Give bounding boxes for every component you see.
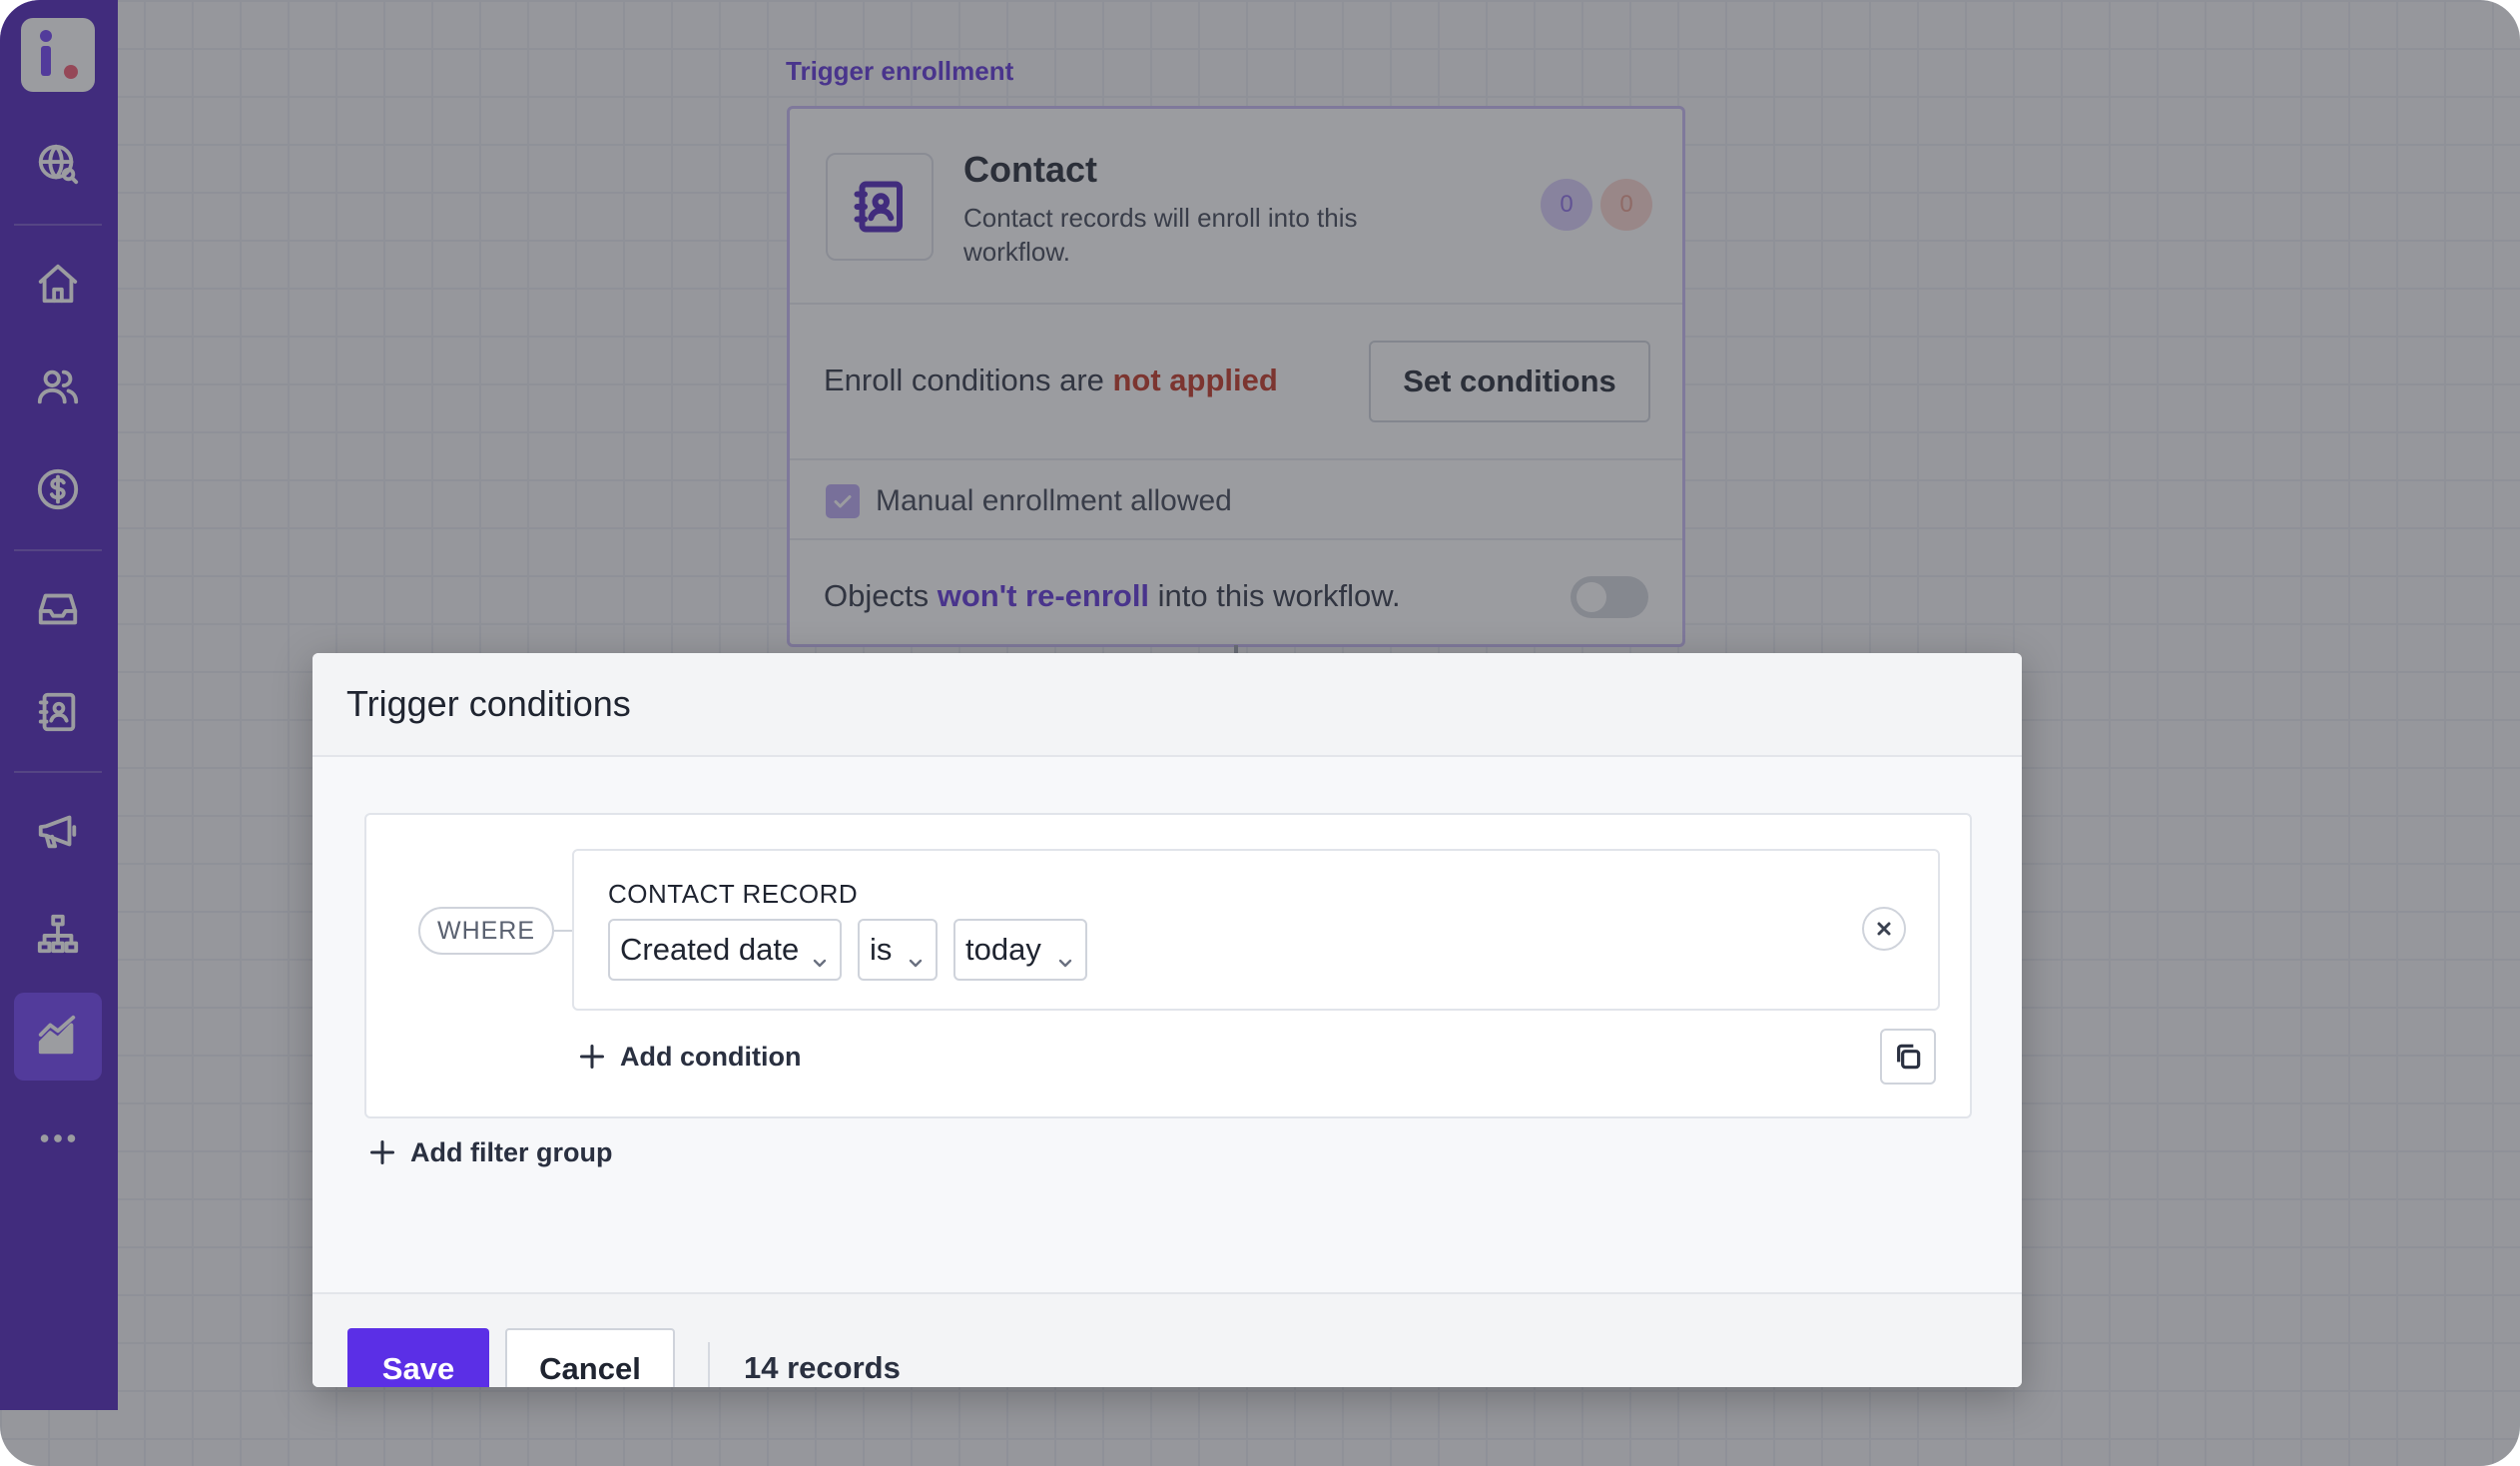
field-select-value: Created date <box>620 932 800 967</box>
footer-divider <box>708 1342 710 1387</box>
remove-condition-button[interactable] <box>1862 907 1906 951</box>
trigger-conditions-modal: Trigger conditions WHERE CONTACT RECORD … <box>313 653 2022 1387</box>
add-filter-group-label: Add filter group <box>410 1136 613 1167</box>
close-icon <box>1877 922 1891 936</box>
modal-footer: Save Cancel 14 records <box>313 1292 2022 1387</box>
app-frame: Trigger enrollment Contact Contact recor… <box>0 0 2520 1466</box>
copy-icon <box>1897 1044 1921 1070</box>
field-select[interactable]: Created date <box>608 919 842 981</box>
plus-icon <box>369 1139 395 1165</box>
modal-title: Trigger conditions <box>346 683 631 724</box>
value-select[interactable]: today <box>953 919 1087 981</box>
condition-card: CONTACT RECORD Created date is today <box>572 849 1940 1011</box>
add-condition-label: Add condition <box>620 1041 802 1072</box>
modal-header: Trigger conditions <box>313 653 2022 757</box>
chevron-down-icon <box>1057 943 1073 968</box>
operator-select[interactable]: is <box>858 919 938 981</box>
cancel-button[interactable]: Cancel <box>505 1328 675 1387</box>
where-connector <box>554 930 574 932</box>
condition-object-label: CONTACT RECORD <box>608 879 859 909</box>
chevron-down-icon <box>812 943 828 968</box>
chevron-down-icon <box>908 943 924 968</box>
operator-select-value: is <box>870 932 893 967</box>
records-count: 14 records <box>744 1350 901 1385</box>
modal-body: WHERE CONTACT RECORD Created date is tod… <box>313 757 2022 1292</box>
add-condition-button[interactable]: Add condition <box>578 1037 801 1077</box>
save-button[interactable]: Save <box>347 1328 489 1387</box>
duplicate-group-button[interactable] <box>1880 1029 1936 1085</box>
add-filter-group-button[interactable]: Add filter group <box>368 1132 612 1172</box>
filter-group: WHERE CONTACT RECORD Created date is tod… <box>364 813 1972 1118</box>
value-select-value: today <box>965 932 1041 967</box>
where-pill: WHERE <box>418 907 554 955</box>
plus-icon <box>579 1044 605 1070</box>
